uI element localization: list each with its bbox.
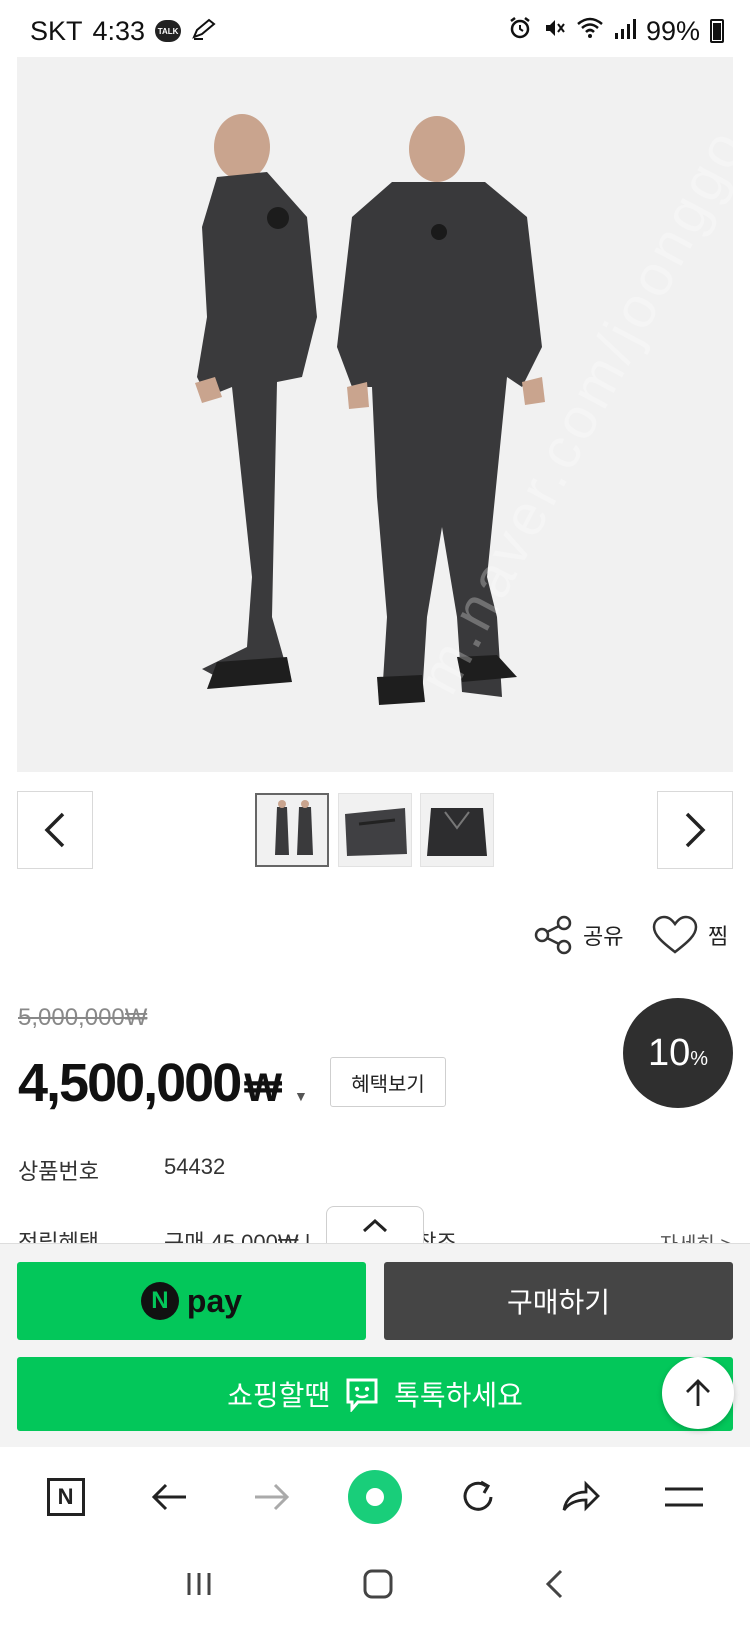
price-value: 4,500,000 [18,1053,242,1113]
share-button[interactable]: 공유 [533,915,623,955]
battery-icon [710,19,724,43]
talktalk-button[interactable]: 쇼핑할땐 톡톡하세요 [17,1357,733,1431]
signal-icon [614,16,636,47]
price-caret-icon[interactable]: ▼ [294,1088,308,1104]
home-button[interactable] [362,1568,394,1605]
discount-unit: % [690,1047,709,1070]
wifi-icon [576,16,604,47]
menu-button[interactable] [654,1467,714,1527]
product-number-row: 상품번호 54432 [18,1154,225,1186]
currency-symbol: ₩ [244,1066,282,1110]
recent-apps-icon [187,1572,211,1595]
android-nav-bar [0,1547,750,1625]
share-page-button[interactable] [551,1467,611,1527]
thumbnail-1[interactable] [255,793,329,867]
green-dot-button[interactable] [345,1467,405,1527]
share-icon [534,915,572,955]
chevron-up-icon [362,1218,388,1232]
buy-button[interactable]: 구매하기 [384,1262,733,1340]
kakaotalk-icon: TALK [155,20,182,42]
mute-icon [542,16,566,47]
thumbnail-image [339,794,411,866]
npay-logo-icon: N [140,1282,179,1320]
carrier-label: SKT [30,15,83,46]
npay-button[interactable]: N pay [17,1262,366,1340]
current-price: 4,500,000 ₩ ▼ [18,1052,308,1114]
arrow-up-icon [686,1379,710,1406]
wish-label: 찜 [708,924,729,949]
talk-suffix: 톡톡하세요 [394,1380,523,1411]
discount-value: 10 [647,1031,691,1074]
status-right: 99% [508,16,724,47]
thumbnail-2[interactable] [338,793,412,867]
talk-prefix: 쇼핑할땐 [227,1380,331,1411]
arrow-left-icon [151,1483,186,1511]
arrow-right-icon [254,1483,289,1511]
status-left: SKT 4:33 TALK [30,16,217,47]
chevron-left-icon [44,812,65,848]
home-square-icon [363,1569,393,1598]
heart-icon [652,915,698,954]
naver-n-icon: N [46,1478,85,1516]
product-image[interactable]: m.naver.com/joonggo [17,57,733,772]
forward-button[interactable] [242,1467,302,1527]
product-number-value: 54432 [164,1154,226,1179]
battery-percent: 99% [645,15,700,46]
status-bar: SKT 4:33 TALK 99% [0,0,750,62]
recent-apps-button[interactable] [185,1570,213,1603]
system-back-icon [546,1569,563,1598]
original-price: 5,000,000₩ [18,1004,148,1031]
drysuit-photo [195,114,545,705]
time-label: 4:33 [92,15,146,46]
naver-home-button[interactable]: N [36,1467,96,1527]
talktalk-icon [346,1378,378,1412]
npay-label: pay [186,1282,243,1319]
share-label: 공유 [583,924,624,949]
forward-share-icon [562,1480,601,1512]
chevron-right-icon [685,812,706,848]
thumbnail-image [421,794,493,866]
benefit-button[interactable]: 혜택보기 [330,1057,446,1107]
reload-button[interactable] [448,1467,508,1527]
alarm-icon [508,16,532,47]
green-dot-icon [347,1470,402,1524]
buy-panel: N pay 구매하기 쇼핑할땐 톡톡하세요 [0,1243,750,1447]
browser-toolbar: N [0,1447,750,1547]
prev-image-button[interactable] [17,791,93,869]
scroll-top-button[interactable] [662,1357,734,1429]
next-image-button[interactable] [657,791,733,869]
hamburger-icon [665,1487,704,1507]
pencil-icon [191,16,217,47]
back-button[interactable] [139,1467,199,1527]
wish-button[interactable]: 찜 [652,915,728,955]
thumbnail-3[interactable] [420,793,494,867]
product-number-label: 상품번호 [18,1159,99,1184]
reload-icon [463,1480,493,1511]
collapse-panel-button[interactable] [326,1206,424,1244]
system-back-button[interactable] [543,1568,565,1605]
discount-badge: 10 % [623,998,733,1108]
thumbnail-image [257,795,327,865]
